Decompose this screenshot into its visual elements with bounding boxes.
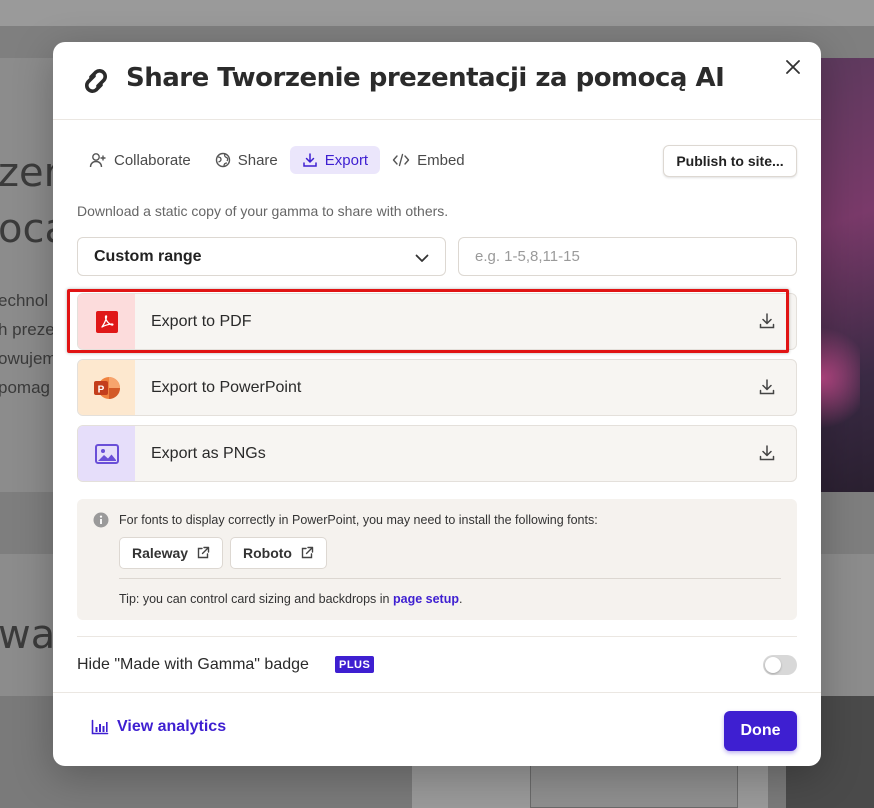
globe-icon <box>215 152 230 168</box>
range-select-value: Custom range <box>94 247 202 265</box>
hide-badge-toggle[interactable] <box>763 655 797 675</box>
done-button[interactable]: Done <box>724 711 797 751</box>
divider <box>119 578 781 579</box>
background-section-heading: wa <box>0 612 56 658</box>
svg-text:P: P <box>97 384 104 395</box>
background-text-line: owujem <box>0 349 57 368</box>
download-icon <box>759 379 775 395</box>
background-topbar <box>0 0 874 26</box>
page-setup-tip: Tip: you can control card sizing and bac… <box>119 592 462 606</box>
download-icon <box>759 445 775 461</box>
tab-export[interactable]: Export <box>289 146 381 174</box>
tab-label: Collaborate <box>114 151 191 169</box>
pdf-icon <box>95 310 118 333</box>
bar-chart-icon <box>91 719 109 735</box>
export-label: Export as PNGs <box>151 444 266 462</box>
export-icon-tile <box>78 294 135 349</box>
info-icon <box>93 512 109 528</box>
image-icon <box>94 443 119 464</box>
modal-header: Share Tworzenie prezentacji za pomocą AI <box>53 42 821 120</box>
font-name: Raleway <box>132 545 189 561</box>
hide-badge-label: Hide "Made with Gamma" badge <box>77 656 309 673</box>
export-pdf-button[interactable]: Export to PDF <box>77 293 797 350</box>
export-label: Export to PDF <box>151 312 252 330</box>
hide-badge-row: Hide "Made with Gamma" badge PLUS <box>77 654 797 676</box>
close-icon <box>786 60 800 74</box>
page-setup-link[interactable]: page setup <box>393 592 459 606</box>
plus-badge: PLUS <box>335 656 375 673</box>
view-analytics-button[interactable]: View analytics <box>91 718 226 736</box>
modal-title: Share Tworzenie prezentacji za pomocą AI <box>126 63 725 93</box>
fonts-info-box: For fonts to display correctly in PowerP… <box>77 499 797 620</box>
font-name: Roboto <box>243 545 292 561</box>
view-analytics-label: View analytics <box>117 718 227 735</box>
export-powerpoint-button[interactable]: P Export to PowerPoint <box>77 359 797 416</box>
divider <box>77 636 797 637</box>
modal-footer: View analytics Done <box>53 692 821 766</box>
link-icon <box>85 69 107 93</box>
external-link-icon <box>197 546 210 559</box>
page-range-input[interactable] <box>458 237 797 276</box>
export-description: Download a static copy of your gamma to … <box>77 203 449 219</box>
chevron-down-icon <box>415 254 429 262</box>
share-modal: Share Tworzenie prezentacji za pomocą AI… <box>53 42 821 766</box>
export-png-button[interactable]: Export as PNGs <box>77 425 797 482</box>
export-icon-tile: P <box>78 360 135 415</box>
background-text-line: pomag <box>0 378 50 397</box>
font-link-raleway[interactable]: Raleway <box>119 537 224 569</box>
close-button[interactable] <box>781 55 805 79</box>
download-icon <box>759 313 775 329</box>
export-icon-tile <box>78 426 135 481</box>
external-link-icon <box>301 546 314 559</box>
font-link-roboto[interactable]: Roboto <box>230 537 327 569</box>
code-icon <box>392 153 410 167</box>
tab-share[interactable]: Share <box>203 146 290 174</box>
tab-label: Export <box>324 151 369 169</box>
download-icon <box>303 153 317 167</box>
powerpoint-icon: P <box>93 376 120 399</box>
range-select[interactable]: Custom range <box>77 237 446 276</box>
background-text-line: echnol <box>0 291 49 310</box>
tab-label: Share <box>237 151 278 169</box>
tip-text-suffix: . <box>459 592 463 606</box>
toggle-knob <box>765 657 781 673</box>
tab-label: Embed <box>417 151 465 169</box>
fonts-note: For fonts to display correctly in PowerP… <box>119 513 598 527</box>
tab-collaborate[interactable]: Collaborate <box>77 146 203 174</box>
export-label: Export to PowerPoint <box>151 378 302 396</box>
publish-to-site-button[interactable]: Publish to site... <box>663 145 797 177</box>
background-document <box>530 760 738 808</box>
tab-embed[interactable]: Embed <box>380 146 477 174</box>
background-text-line: h preze <box>0 320 55 339</box>
user-plus-icon <box>89 153 106 168</box>
tip-text: Tip: you can control card sizing and bac… <box>119 592 393 606</box>
share-tabs: Collaborate Share Export Embed <box>77 146 477 176</box>
